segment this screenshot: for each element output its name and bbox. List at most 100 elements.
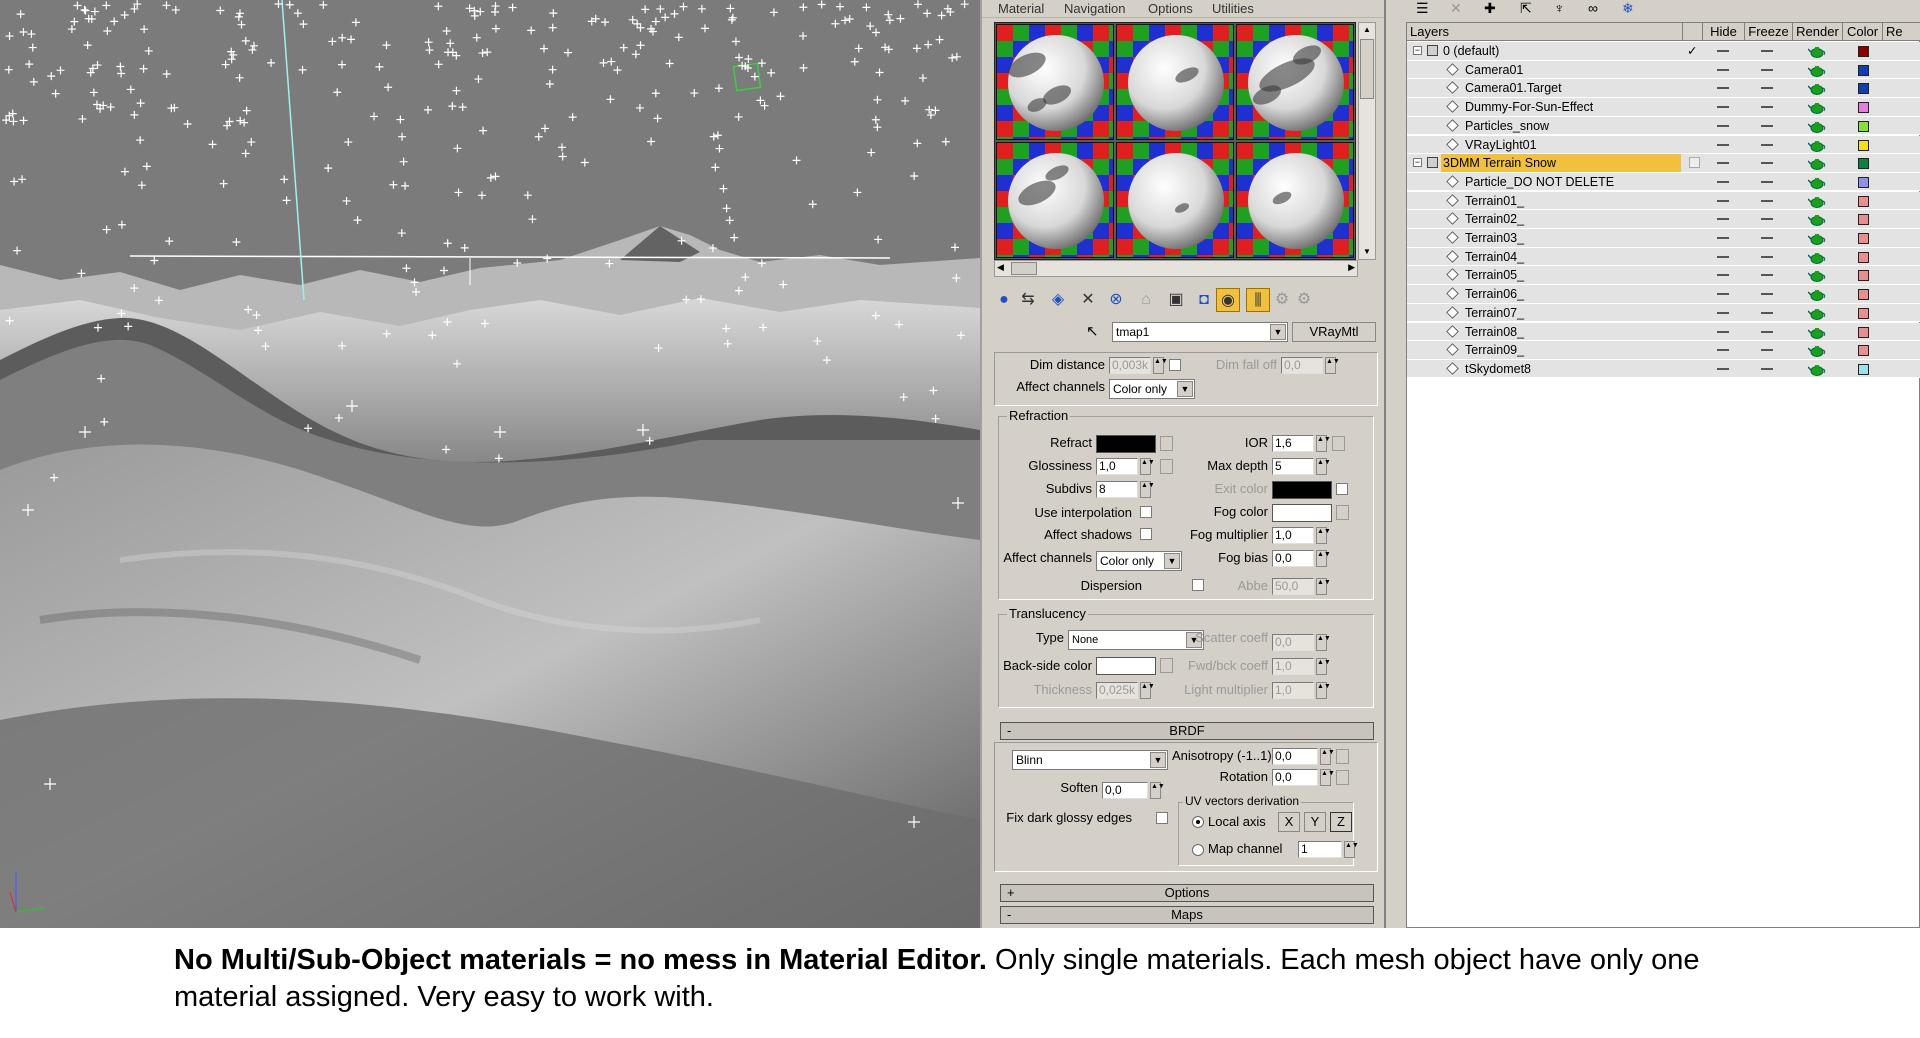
hide-toggle[interactable] (1717, 311, 1729, 314)
put-to-library-icon[interactable]: ⌂ (1134, 288, 1158, 312)
layer-name[interactable]: 3DMM Terrain Snow (1441, 154, 1681, 173)
map-channel-radio[interactable] (1192, 844, 1204, 856)
layer-name[interactable]: Terrain08_ (1465, 323, 1524, 341)
freeze-toggle[interactable] (1761, 218, 1773, 221)
render-teapot-icon[interactable] (1807, 195, 1826, 208)
max-depth-field[interactable]: 5 (1272, 458, 1314, 475)
use-interpolation-checkbox[interactable] (1140, 506, 1152, 518)
freeze-toggle[interactable] (1761, 87, 1773, 90)
freeze-toggle[interactable] (1761, 349, 1773, 352)
freeze-toggle[interactable] (1761, 50, 1773, 52)
layer-name[interactable]: Terrain05_ (1465, 266, 1524, 284)
freeze-toggle[interactable] (1761, 180, 1773, 183)
fog-multiplier-spinner[interactable]: ▲▼ (1316, 527, 1331, 544)
map-channel-spinner[interactable]: ▲▼ (1344, 841, 1359, 858)
layer-color-swatch[interactable] (1858, 270, 1869, 282)
dim-distance-spinner[interactable]: ▲▼ (1153, 357, 1168, 374)
fog-color-swatch[interactable] (1272, 504, 1332, 522)
scroll-left-icon[interactable]: ◀ (997, 262, 1004, 273)
viewport-perspective[interactable] (0, 0, 980, 928)
local-axis-radio[interactable] (1192, 816, 1204, 828)
fwd-bck-coeff-field[interactable]: 1,0 (1272, 658, 1314, 675)
rotation-spinner[interactable]: ▲▼ (1320, 769, 1335, 786)
material-name-field[interactable]: tmap1 ▼ (1112, 322, 1288, 342)
layer-color-swatch[interactable] (1858, 102, 1869, 114)
go-forward-sibling-icon[interactable]: ⚙ (1270, 288, 1294, 312)
object-row[interactable]: Camera01.Target (1407, 79, 1920, 98)
scroll-up-icon[interactable]: ▲ (1361, 25, 1373, 35)
layer-color-swatch[interactable] (1858, 46, 1869, 57)
render-teapot-icon[interactable] (1807, 232, 1826, 245)
anisotropy-spinner[interactable]: ▲▼ (1320, 748, 1335, 765)
pick-material-icon[interactable]: ↖ (1086, 322, 1106, 344)
get-material-icon[interactable]: ● (992, 288, 1016, 312)
layer-color-swatch[interactable] (1858, 289, 1869, 301)
hide-toggle[interactable] (1717, 330, 1729, 333)
layer-name[interactable]: Terrain04_ (1465, 248, 1524, 266)
dim-falloff-spinner[interactable]: ▲▼ (1325, 357, 1340, 374)
glossiness-field[interactable]: 1,0 (1096, 458, 1138, 475)
ior-spinner[interactable]: ▲▼ (1316, 435, 1331, 452)
freeze-toggle[interactable] (1761, 106, 1773, 109)
brdf-rollout-header[interactable]: - BRDF (1000, 722, 1374, 740)
go-to-parent-icon[interactable]: ⫼ (1246, 288, 1270, 312)
hide-toggle[interactable] (1717, 162, 1729, 165)
hide-toggle[interactable] (1717, 293, 1729, 296)
select-objects-icon[interactable]: ⇱ (1520, 0, 1532, 17)
layer-name[interactable]: Terrain01_ (1465, 192, 1524, 210)
hide-toggle[interactable] (1717, 87, 1729, 90)
soften-spinner[interactable]: ▲▼ (1150, 782, 1165, 799)
column-hide[interactable]: Hide (1703, 23, 1745, 41)
rotation-field[interactable]: 0,0 (1272, 769, 1318, 786)
back-side-color-map-button[interactable] (1160, 658, 1173, 673)
current-layer-check-icon[interactable]: ✓ (1687, 42, 1697, 60)
render-teapot-icon[interactable] (1807, 45, 1826, 58)
max-depth-spinner[interactable]: ▲▼ (1316, 458, 1331, 475)
scroll-down-icon[interactable]: ▼ (1361, 247, 1373, 257)
light-multiplier-spinner[interactable]: ▲▼ (1316, 682, 1331, 699)
object-row[interactable]: Terrain08_ (1407, 322, 1920, 342)
glossiness-map-button[interactable] (1160, 459, 1173, 474)
exit-color-swatch[interactable] (1272, 481, 1332, 499)
render-teapot-icon[interactable] (1807, 363, 1826, 376)
anisotropy-map-button[interactable] (1336, 749, 1349, 764)
subdivs-field[interactable]: 8 (1096, 481, 1138, 498)
layer-name[interactable]: Particle_DO NOT DELETE (1465, 173, 1614, 191)
sample-slot[interactable] (1236, 24, 1354, 140)
layer-color-swatch[interactable] (1858, 195, 1869, 207)
object-row[interactable]: Terrain06_ (1407, 285, 1920, 304)
brdf-type-dropdown[interactable]: Blinn ▼ (1012, 750, 1168, 770)
render-teapot-icon[interactable] (1807, 120, 1826, 133)
hide-toggle[interactable] (1717, 218, 1729, 221)
layer-name[interactable]: Terrain03_ (1465, 229, 1524, 247)
freeze-toggle[interactable] (1761, 68, 1773, 71)
freeze-toggle[interactable] (1761, 162, 1773, 165)
layer-color-swatch[interactable] (1858, 120, 1869, 132)
object-row[interactable]: Particles_snow (1407, 116, 1920, 136)
freeze-toggle[interactable] (1761, 124, 1773, 127)
layer-name[interactable]: Dummy-For-Sun-Effect (1465, 98, 1593, 116)
hide-toggle[interactable] (1717, 367, 1729, 370)
thickness-field[interactable]: 0,025k (1096, 682, 1138, 699)
column-render[interactable]: Render (1793, 23, 1843, 41)
hide-toggle[interactable] (1717, 349, 1729, 352)
render-teapot-icon[interactable] (1807, 82, 1826, 96)
chevron-down-icon[interactable]: ▼ (1150, 752, 1166, 768)
layer-row[interactable]: − 0 (default) ✓ (1407, 42, 1920, 61)
render-teapot-icon[interactable] (1807, 251, 1826, 264)
sample-slot[interactable] (1116, 24, 1234, 140)
render-teapot-icon[interactable] (1807, 101, 1826, 115)
scroll-right-icon[interactable]: ▶ (1348, 262, 1355, 273)
render-teapot-icon[interactable] (1807, 326, 1826, 339)
freeze-toggle[interactable] (1761, 293, 1773, 296)
freeze-toggle[interactable] (1761, 143, 1773, 146)
object-row[interactable]: Terrain05_ (1407, 266, 1920, 285)
exit-color-checkbox[interactable] (1336, 483, 1348, 495)
map-channel-field[interactable]: 1 (1298, 841, 1342, 858)
object-row[interactable]: Terrain01_ (1407, 191, 1920, 211)
hide-toggle[interactable] (1717, 50, 1729, 52)
add-selection-icon[interactable]: ✚ (1484, 0, 1496, 17)
abbe-spinner[interactable]: ▲▼ (1316, 578, 1331, 595)
object-row[interactable]: Terrain03_ (1407, 229, 1920, 248)
hide-toggle[interactable] (1717, 143, 1729, 146)
